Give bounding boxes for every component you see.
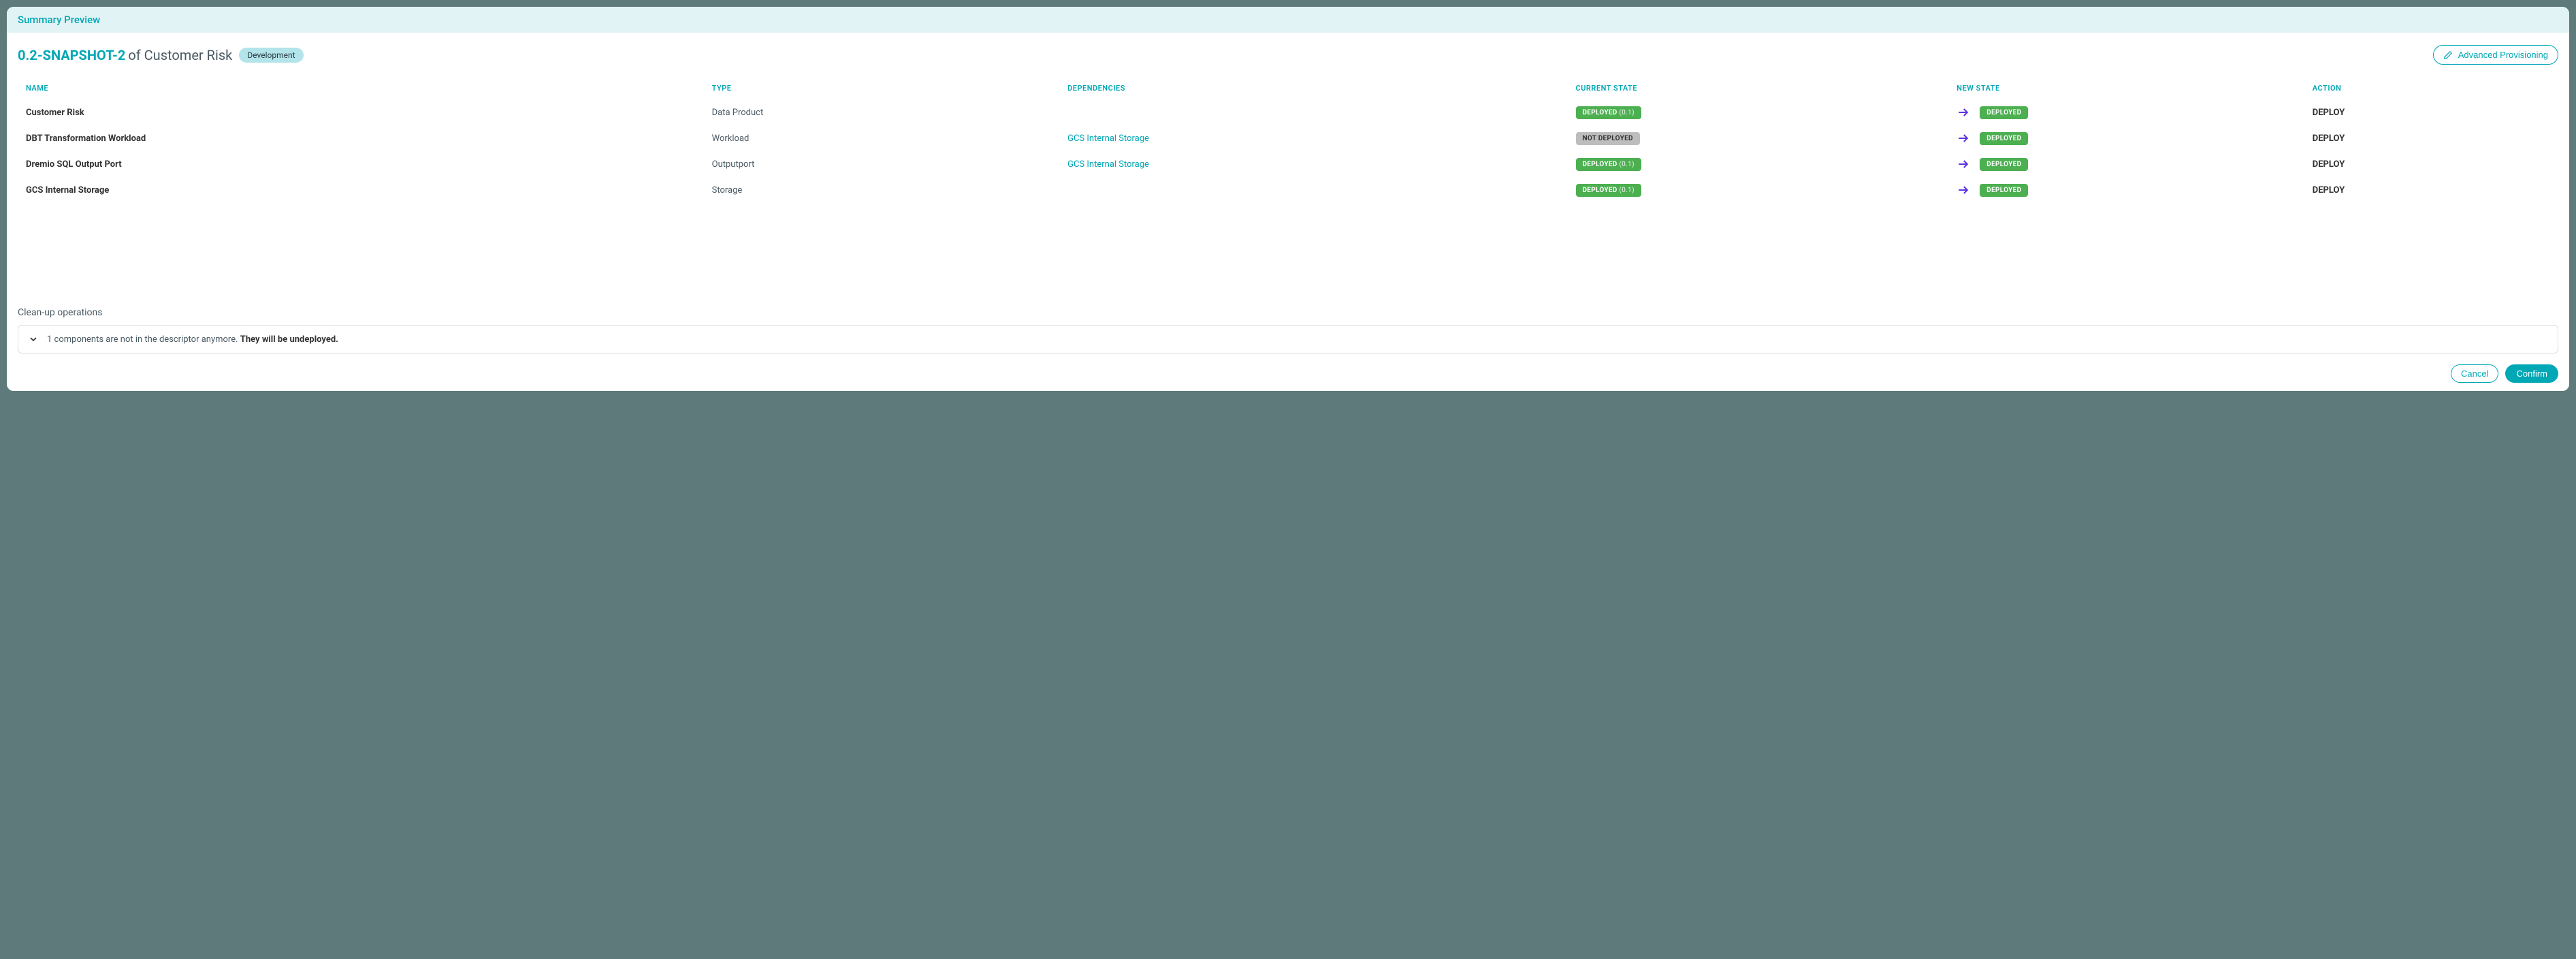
col-header-dependencies: DEPENDENCIES (1059, 77, 1567, 99)
card-header: Summary Preview (7, 7, 2569, 33)
arrow-right-icon (1957, 131, 1970, 145)
row-new-state: DEPLOYED (1948, 99, 2304, 125)
row-new-state: DEPLOYED (1948, 125, 2304, 151)
chevron-down-icon (28, 334, 39, 345)
col-header-name: NAME (18, 77, 704, 99)
row-new-state: DEPLOYED (1948, 151, 2304, 177)
row-dependency (1059, 99, 1567, 125)
dependency-link[interactable]: GCS Internal Storage (1067, 159, 1149, 170)
arrow-right-icon (1957, 183, 1970, 197)
row-name: GCS Internal Storage (18, 177, 704, 203)
title-left: 0.2-SNAPSHOT-2 of Customer Risk Developm… (18, 47, 304, 63)
table-row: Customer RiskData Product DEPLOYED (0.1) D… (18, 99, 2558, 125)
status-badge: DEPLOYED (0.1) (1576, 158, 1641, 171)
entity-name: Customer Risk (144, 47, 233, 63)
of-label: of (128, 47, 140, 63)
cleanup-message: 1 components are not in the descriptor a… (47, 334, 338, 345)
row-type: Outputport (704, 151, 1059, 177)
status-badge: DEPLOYED (1980, 106, 2028, 119)
deployment-table: NAME TYPE DEPENDENCIES CURRENT STATE NEW… (18, 77, 2558, 203)
row-action: DEPLOY (2304, 99, 2558, 125)
row-action: DEPLOY (2304, 125, 2558, 151)
row-current-state: DEPLOYED (0.1) (1568, 177, 1949, 203)
cleanup-message-bold: They will be undeployed. (240, 334, 338, 345)
row-type: Workload (704, 125, 1059, 151)
card-body: 0.2-SNAPSHOT-2 of Customer Risk Developm… (7, 33, 2569, 391)
row-name: Customer Risk (18, 99, 704, 125)
status-badge: DEPLOYED (1980, 158, 2028, 171)
cleanup-title: Clean-up operations (18, 307, 2558, 318)
row-dependency: GCS Internal Storage (1059, 151, 1567, 177)
row-type: Data Product (704, 99, 1059, 125)
title-row: 0.2-SNAPSHOT-2 of Customer Risk Developm… (18, 45, 2558, 65)
edit-icon (2443, 50, 2453, 60)
status-badge: DEPLOYED (1980, 132, 2028, 145)
col-header-action: ACTION (2304, 77, 2558, 99)
card-title: Summary Preview (18, 14, 2558, 26)
row-current-state: DEPLOYED (0.1) (1568, 99, 1949, 125)
version-text: 0.2-SNAPSHOT-2 (18, 47, 125, 63)
col-header-type: TYPE (704, 77, 1059, 99)
table-header-row: NAME TYPE DEPENDENCIES CURRENT STATE NEW… (18, 77, 2558, 99)
arrow-right-icon (1957, 157, 1970, 171)
cleanup-expandable[interactable]: 1 components are not in the descriptor a… (18, 325, 2558, 353)
status-badge: NOT DEPLOYED (1576, 132, 1640, 145)
footer-actions: Cancel Confirm (18, 364, 2558, 383)
status-badge: DEPLOYED (0.1) (1576, 106, 1641, 119)
table-row: Dremio SQL Output PortOutputport GCS Inte… (18, 151, 2558, 177)
row-dependency (1059, 177, 1567, 203)
confirm-button[interactable]: Confirm (2505, 364, 2558, 383)
row-current-state: NOT DEPLOYED (1568, 125, 1949, 151)
col-header-new-state: NEW STATE (1948, 77, 2304, 99)
cancel-button[interactable]: Cancel (2451, 364, 2498, 383)
summary-preview-card: Summary Preview 0.2-SNAPSHOT-2 of Custom… (7, 7, 2569, 391)
row-name: Dremio SQL Output Port (18, 151, 704, 177)
row-current-state: DEPLOYED (0.1) (1568, 151, 1949, 177)
table-row: GCS Internal StorageStorage DEPLOYED (0.1… (18, 177, 2558, 203)
row-new-state: DEPLOYED (1948, 177, 2304, 203)
cleanup-message-prefix: 1 components are not in the descriptor a… (47, 334, 240, 345)
page-title: 0.2-SNAPSHOT-2 of Customer Risk (18, 47, 232, 63)
row-action: DEPLOY (2304, 151, 2558, 177)
col-header-current-state: CURRENT STATE (1568, 77, 1949, 99)
advanced-provisioning-label: Advanced Provisioning (2458, 50, 2548, 60)
environment-chip: Development (239, 48, 303, 63)
row-action: DEPLOY (2304, 177, 2558, 203)
row-dependency: GCS Internal Storage (1059, 125, 1567, 151)
arrow-right-icon (1957, 106, 1970, 119)
row-type: Storage (704, 177, 1059, 203)
spacer (18, 203, 2558, 307)
table-row: DBT Transformation WorkloadWorkload GCS I… (18, 125, 2558, 151)
status-badge: DEPLOYED (1980, 184, 2028, 197)
row-name: DBT Transformation Workload (18, 125, 704, 151)
dependency-link[interactable]: GCS Internal Storage (1067, 133, 1149, 144)
advanced-provisioning-button[interactable]: Advanced Provisioning (2433, 45, 2558, 65)
status-badge: DEPLOYED (0.1) (1576, 184, 1641, 197)
